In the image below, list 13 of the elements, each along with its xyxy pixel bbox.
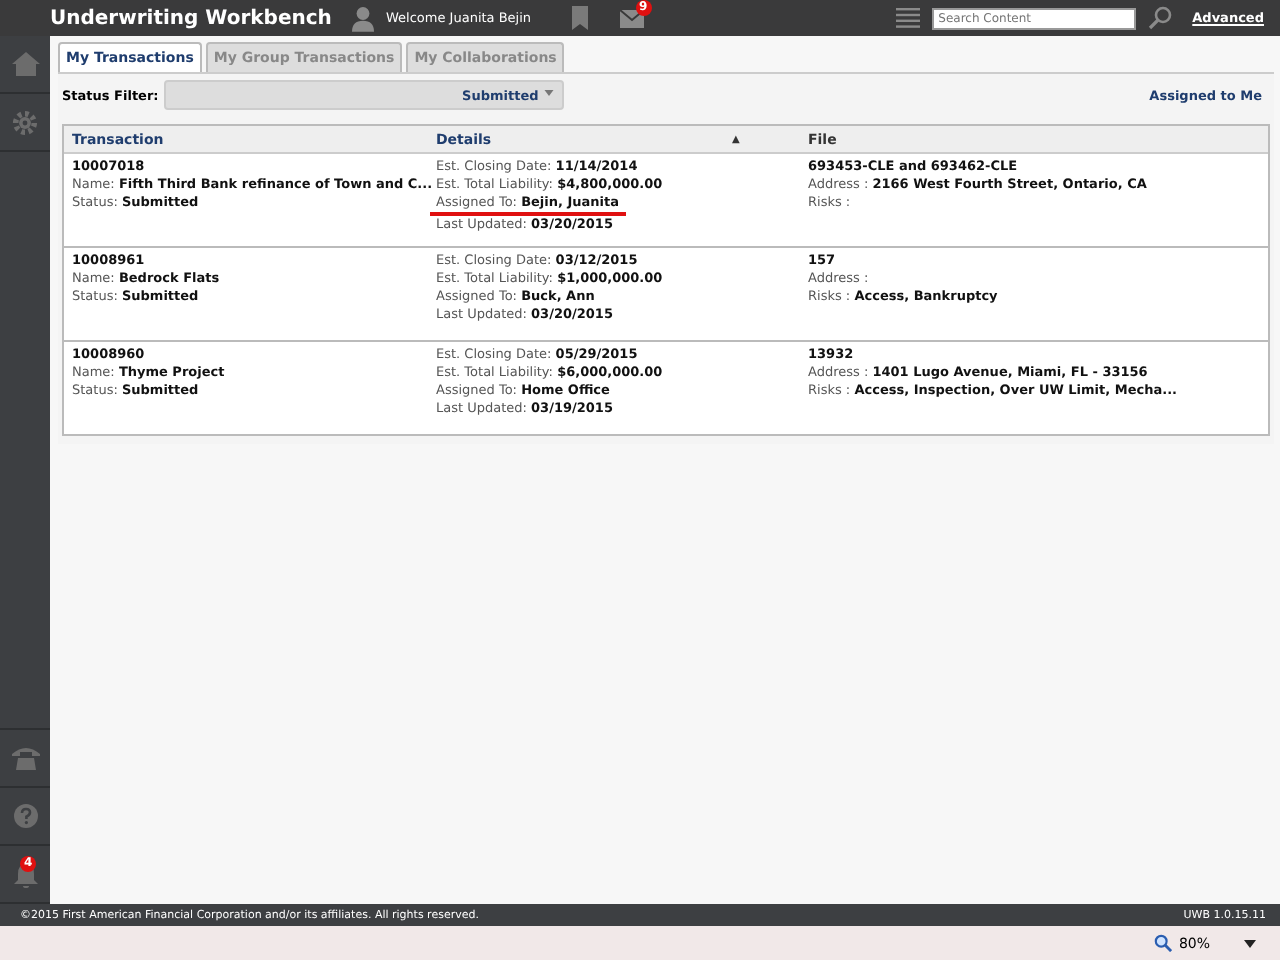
search-icon[interactable] — [1148, 6, 1173, 30]
envelope-icon[interactable] — [619, 9, 644, 27]
user-icon — [352, 5, 374, 31]
app-title: Underwriting Workbench — [50, 7, 334, 29]
caret-icon — [544, 89, 555, 95]
zoom-icon[interactable] — [1154, 934, 1173, 952]
home-icon[interactable] — [11, 52, 39, 76]
help-icon[interactable] — [13, 804, 37, 828]
bookmark-icon[interactable] — [571, 6, 588, 30]
caret-icon[interactable] — [1244, 939, 1256, 947]
settings-icon[interactable] — [12, 109, 38, 135]
telephone-icon[interactable] — [11, 746, 39, 770]
list-icon[interactable] — [896, 8, 921, 28]
